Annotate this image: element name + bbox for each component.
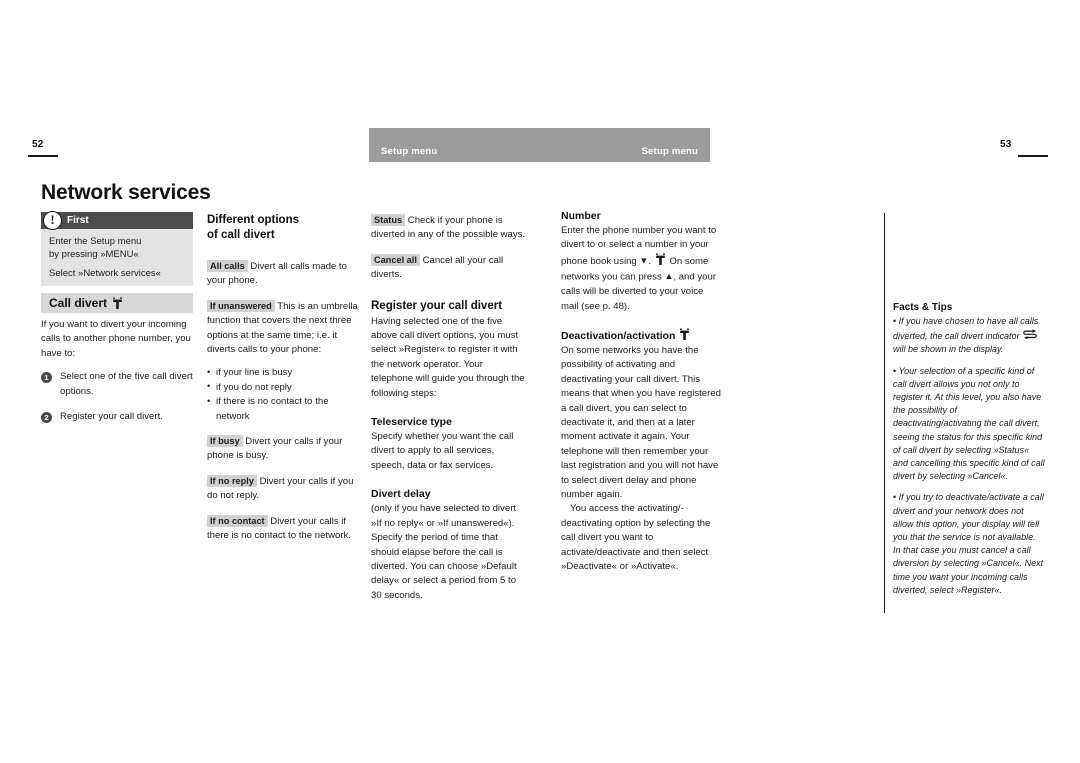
- section-bar-label: Call divert: [49, 296, 108, 310]
- page-number-right-rule: [1018, 155, 1048, 157]
- first-callout-line3: Select »Network services«: [49, 268, 161, 279]
- option-status: Status Check if your phone is diverted i…: [371, 213, 527, 243]
- running-head-right: Setup menu: [641, 146, 698, 157]
- step-number: 1: [41, 371, 52, 383]
- deactivation-heading: Deactivation/activation: [561, 329, 676, 342]
- number-body: Enter the phone number you want to diver…: [561, 224, 721, 314]
- call-divert-steps: 1 Select one of the five call divert opt…: [41, 370, 193, 424]
- first-callout-header: ! First: [41, 211, 193, 230]
- facts-bullet-2: Your selection of a specific kind of cal…: [893, 365, 1045, 484]
- column-status-register: Status Check if your phone is diverted i…: [371, 213, 527, 603]
- chip-cancel-all: Cancel all: [371, 253, 420, 266]
- chip-all-calls: All calls: [207, 260, 248, 272]
- different-options-heading-line2: of call divert: [207, 229, 275, 241]
- option-if-no-reply: If no reply Divert your calls if you do …: [207, 474, 363, 504]
- nav-key-icon: [655, 253, 666, 266]
- list-item: 2 Register your call divert.: [41, 410, 193, 424]
- page-number-left-rule: [28, 155, 58, 157]
- list-item: 1 Select one of the five call divert opt…: [41, 370, 193, 399]
- section-bar-call-divert: Call divert: [41, 293, 193, 313]
- arrow-down-glyph: ▼: [639, 255, 649, 266]
- if-unanswered-bullets: if your line is busy if you do not reply…: [207, 366, 363, 424]
- number-body-part2: .: [648, 255, 652, 267]
- option-if-no-contact: If no contact Divert your calls if there…: [207, 514, 363, 544]
- deactivation-para1: On some networks you have the possibilit…: [561, 344, 721, 500]
- first-callout-body: Enter the Setup menu by pressing »MENU« …: [41, 229, 193, 289]
- facts-divider: [884, 213, 886, 613]
- teleservice-body: Specify whether you want the call divert…: [371, 431, 514, 471]
- teleservice-heading: Teleservice type: [371, 416, 452, 429]
- first-callout-title: First: [67, 215, 89, 226]
- step-number: 2: [41, 411, 52, 423]
- list-item: if there is no contact to the network: [207, 395, 363, 424]
- chip-if-unanswered: If unanswered: [207, 299, 275, 312]
- option-cancel-all: Cancel all Cancel all your call diverts.: [371, 253, 527, 283]
- facts-and-tips: Facts & Tips If you have chosen to have …: [893, 302, 1045, 597]
- option-if-busy: If busy Divert your calls if your phone …: [207, 434, 363, 464]
- list-item: if your line is busy: [207, 366, 363, 381]
- nav-key-icon: [112, 296, 123, 310]
- facts-and-tips-heading: Facts & Tips: [893, 302, 953, 313]
- page-number-right: 53: [1000, 139, 1012, 150]
- first-callout-line1: Enter the Setup menu: [49, 236, 142, 247]
- deactivation-para2: You access the activating/-deactivating …: [561, 503, 711, 573]
- facts-bullet-1: If you have chosen to have all calls div…: [893, 315, 1045, 357]
- page-title: Network services: [41, 181, 211, 204]
- running-head-left: Setup menu: [381, 146, 438, 157]
- first-callout-line2: by pressing »MENU«: [49, 248, 139, 260]
- step-text: Register your call divert.: [60, 411, 163, 423]
- option-if-unanswered: If unanswered This is an umbrella functi…: [207, 299, 363, 358]
- list-item: if you do not reply: [207, 380, 363, 395]
- facts-bullet-1-part2: will be shown in the display.: [893, 344, 1004, 355]
- nav-key-icon: [679, 328, 690, 341]
- page-number-left: 52: [32, 139, 44, 150]
- facts-bullet-1-part1: If you have chosen to have all calls div…: [893, 316, 1039, 342]
- exclamation-icon: !: [43, 211, 62, 230]
- call-divert-intro-text: If you want to divert your incoming call…: [41, 319, 191, 359]
- column-call-divert-intro: If you want to divert your incoming call…: [41, 318, 193, 435]
- chip-if-busy: If busy: [207, 435, 243, 448]
- call-divert-indicator-icon: [1023, 328, 1037, 340]
- running-head-bar: Setup menu Setup menu: [369, 128, 710, 162]
- divert-delay-body: (only if you have selected to divert »If…: [371, 503, 517, 601]
- chip-if-no-contact: If no contact: [207, 514, 268, 527]
- facts-bullet-3: If you try to deactivate/activate a call…: [893, 491, 1045, 597]
- chip-status: Status: [371, 214, 406, 226]
- step-text: Select one of the five call divert optio…: [60, 371, 193, 397]
- option-all-calls: All calls Divert all calls made to your …: [207, 259, 363, 289]
- different-options-heading-line1: Different options: [207, 214, 299, 226]
- divert-delay-heading: Divert delay: [371, 488, 431, 501]
- deactivation-heading-row: Deactivation/activation: [561, 328, 721, 343]
- number-heading: Number: [561, 210, 601, 222]
- first-callout-box: ! First Enter the Setup menu by pressing…: [41, 211, 193, 289]
- register-heading: Register your call divert: [371, 299, 503, 312]
- chip-if-no-reply: If no reply: [207, 474, 257, 487]
- column-different-options: Different options of call divert All cal…: [207, 213, 363, 544]
- register-body: Having selected one of the five above ca…: [371, 315, 525, 399]
- column-number-deactivation: Number Enter the phone number you want t…: [561, 209, 721, 574]
